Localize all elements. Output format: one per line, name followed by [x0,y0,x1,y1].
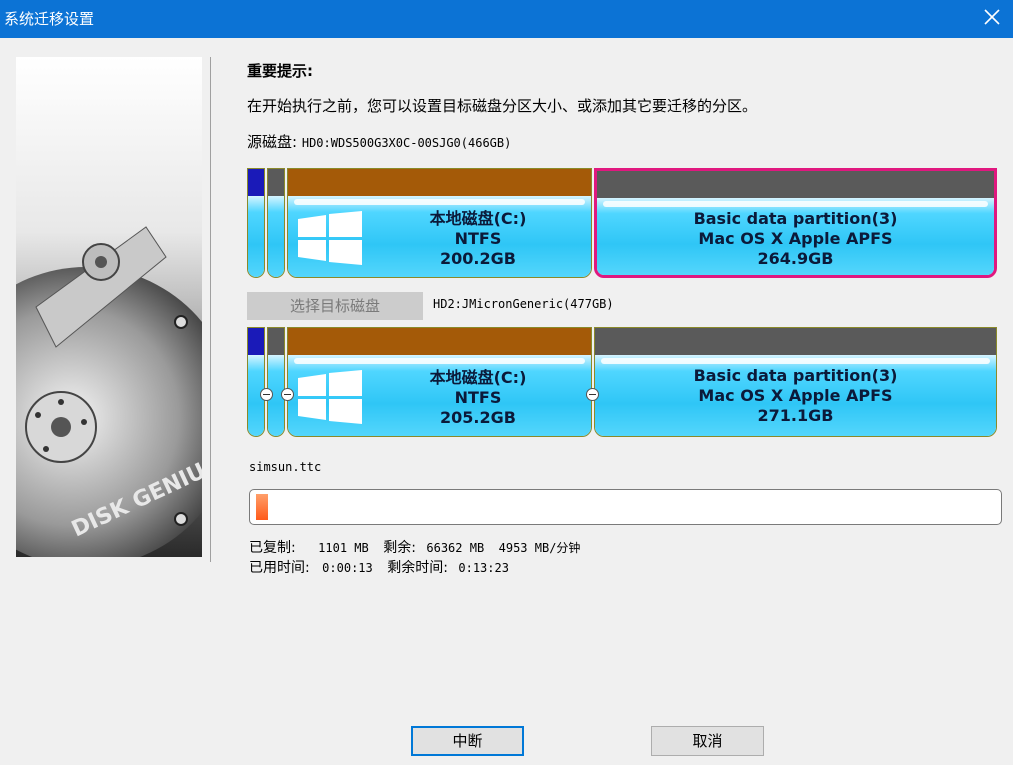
target-partition-c[interactable]: 本地磁盘(C:) NTFS 205.2GB [287,327,592,437]
copy-stats-line: 已复制: 1101 MB 剩余: 66362 MB 4953 MB/分钟 [249,537,580,557]
partition-fs: NTFS [454,388,502,407]
title-bar: 系统迁移设置 [0,0,1013,38]
source-disk-line: 源磁盘: HD0:WDS500G3X0C-00SJG0(466GB) [247,131,511,152]
source-small-partition-1[interactable] [247,168,265,278]
select-target-disk-button[interactable]: 选择目标磁盘 [247,292,423,320]
windows-logo-icon [298,370,362,424]
source-partition-c[interactable]: 本地磁盘(C:) NTFS 200.2GB [287,168,592,278]
hint-title: 重要提示: [247,62,313,80]
vertical-separator [210,57,211,562]
partition-name: 本地磁盘(C:) [429,209,527,228]
partition-info: Basic data partition(3) Mac OS X Apple A… [595,366,996,426]
partition-size: 200.2GB [440,249,516,268]
partition-fs: NTFS [454,229,502,248]
hint-text: 在开始执行之前，您可以设置目标磁盘分区大小、或添加其它要迁移的分区。 [247,97,758,115]
partition-info: 本地磁盘(C:) NTFS 205.2GB [368,368,588,428]
partition-name: Basic data partition(3) [693,209,898,228]
source-partition-apfs[interactable]: Basic data partition(3) Mac OS X Apple A… [594,168,997,278]
partition-name: 本地磁盘(C:) [429,368,527,387]
remaining-time-label: 剩余时间: [387,560,448,576]
source-disk-name: HD0:WDS500G3X0C-00SJG0(466GB) [301,136,512,150]
time-stats-line: 已用时间: 0:00:13 剩余时间: 0:13:23 [249,557,509,577]
target-small-partition-1[interactable] [247,327,265,437]
source-disk-map: 本地磁盘(C:) NTFS 200.2GB Basic data partiti… [247,168,997,280]
partition-size: 271.1GB [757,406,834,425]
current-file: simsun.ttc [249,460,322,474]
target-partition-apfs[interactable]: Basic data partition(3) Mac OS X Apple A… [594,327,997,437]
partition-info: Basic data partition(3) Mac OS X Apple A… [597,209,994,269]
resize-handle-icon[interactable] [281,388,294,401]
target-small-partition-2[interactable] [267,327,285,437]
remaining-time-value: 0:13:23 [458,561,509,575]
close-icon[interactable] [981,6,1003,28]
target-disk-name: HD2:JMicronGeneric(477GB) [433,297,614,311]
resize-handle-icon[interactable] [586,388,599,401]
partition-info: 本地磁盘(C:) NTFS 200.2GB [368,209,588,269]
copy-progress-bar [249,489,1002,525]
window-title: 系统迁移设置 [4,10,95,28]
copy-speed: 4953 MB/分钟 [498,541,581,555]
partition-name: Basic data partition(3) [693,366,898,385]
source-disk-label: 源磁盘: [247,133,298,151]
partition-fs: Mac OS X Apple APFS [698,229,893,248]
partition-size: 205.2GB [440,408,516,427]
remaining-value: 66362 MB [426,541,485,555]
copied-label: 已复制: [249,540,296,556]
source-small-partition-2[interactable] [267,168,285,278]
progress-fill [256,494,268,520]
partition-fs: Mac OS X Apple APFS [698,386,893,405]
partition-size: 264.9GB [757,249,834,268]
cancel-button[interactable]: 取消 [651,726,764,756]
copied-value: 1101 MB [318,541,369,555]
remaining-label: 剩余: [383,540,416,556]
elapsed-value: 0:00:13 [322,561,373,575]
resize-handle-icon[interactable] [260,388,273,401]
interrupt-button[interactable]: 中断 [411,726,524,756]
elapsed-label: 已用时间: [249,560,310,576]
disk-genius-side-image: DISK GENIUS [16,57,202,557]
windows-logo-icon [298,211,362,265]
target-disk-map: 本地磁盘(C:) NTFS 205.2GB Basic data partiti… [247,327,997,439]
